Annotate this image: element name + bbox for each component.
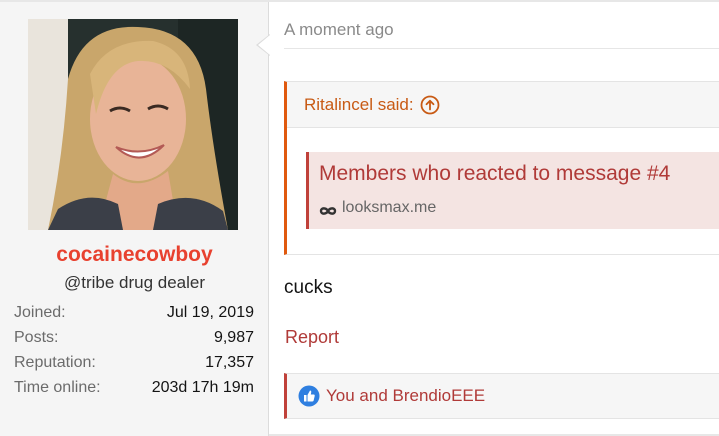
quote-author-link[interactable]: Ritalincel said:: [304, 95, 440, 115]
username[interactable]: cocainecowboy: [0, 243, 269, 267]
user-sidebar: cocainecowboy @tribe drug dealer Joined:…: [0, 2, 269, 436]
post-timestamp[interactable]: A moment ago: [284, 20, 394, 40]
embed-source-label: looksmax.me: [342, 199, 437, 216]
header-divider: [284, 48, 719, 49]
stat-label: Reputation:: [14, 354, 96, 371]
stat-value: 17,357: [205, 354, 254, 371]
embed-source: looksmax.me: [319, 199, 436, 217]
stat-time-online: Time online: 203d 17h 19m: [14, 377, 254, 402]
stat-value: Jul 19, 2019: [166, 304, 254, 321]
arrow-up-circle-icon[interactable]: [420, 95, 440, 115]
post-body: cucks: [284, 277, 333, 298]
infinity-icon: [319, 203, 337, 215]
user-stats: Joined: Jul 19, 2019 Posts: 9,987 Reputa…: [14, 302, 254, 402]
stat-joined: Joined: Jul 19, 2019: [14, 302, 254, 327]
quote-author-label: Ritalincel said:: [304, 95, 414, 114]
stat-value: 9,987: [213, 329, 254, 346]
embed-title[interactable]: Members who reacted to message #4: [319, 162, 670, 186]
link-embed[interactable]: Members who reacted to message #4 looksm…: [306, 152, 719, 229]
message-pointer-inner: [258, 35, 270, 55]
reactions-bar[interactable]: You and BrendioEEE: [284, 373, 719, 419]
quote-block: Ritalincel said: Members who reacted to …: [284, 81, 719, 255]
stat-value: 203d 17h 19m: [151, 379, 254, 396]
avatar[interactable]: [28, 19, 238, 230]
stat-label: Time online:: [14, 379, 101, 396]
user-title: @tribe drug dealer: [63, 273, 206, 292]
stat-label: Posts:: [14, 329, 59, 346]
report-link[interactable]: Report: [285, 327, 339, 348]
stat-label: Joined:: [14, 304, 66, 321]
reaction-users[interactable]: You and BrendioEEE: [326, 386, 485, 406]
thumbs-up-icon: [298, 385, 320, 407]
stat-reputation: Reputation: 17,357: [14, 352, 254, 377]
stat-posts: Posts: 9,987: [14, 327, 254, 352]
quote-header: Ritalincel said:: [287, 82, 719, 128]
